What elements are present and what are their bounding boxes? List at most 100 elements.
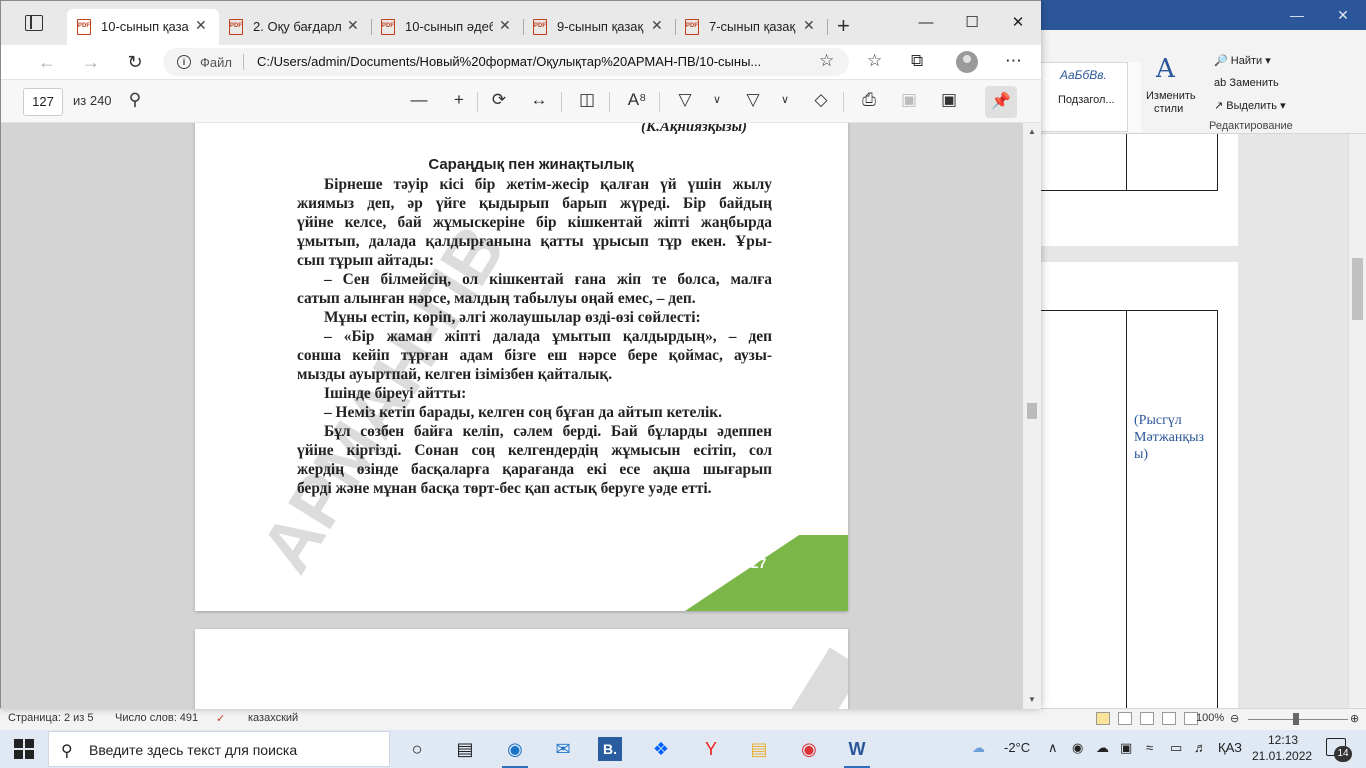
edge-icon[interactable]: ◉ xyxy=(500,736,530,768)
security-icon[interactable]: ▣ xyxy=(1120,740,1132,756)
page-number-input[interactable]: 127 xyxy=(23,88,63,116)
info-icon[interactable]: i xyxy=(177,55,191,69)
page-status[interactable]: Страница: 2 из 5 xyxy=(8,712,94,724)
url-text[interactable]: C:/Users/admin/Documents/Новый%20формат/… xyxy=(257,54,817,69)
print-icon[interactable]: ⎙ xyxy=(857,90,881,110)
close-window-button[interactable]: ✕ xyxy=(995,1,1041,45)
scroll-down-icon[interactable]: ▼ xyxy=(1028,695,1036,704)
full-screen-view-button[interactable] xyxy=(1118,712,1132,725)
mail-icon[interactable]: ✉ xyxy=(548,736,578,762)
back-icon[interactable]: ← xyxy=(33,50,61,74)
volume-icon[interactable]: ♬ xyxy=(1194,740,1207,755)
rotate-icon[interactable]: ⟳ xyxy=(487,90,511,110)
text-line: жиямыз деп, әр үйге қыдырып барып жүреді… xyxy=(297,195,772,212)
page-view-icon[interactable]: ◫ xyxy=(575,90,599,110)
highlight-icon[interactable]: ▽ xyxy=(741,90,765,110)
collections-icon[interactable]: ⧉ xyxy=(911,51,923,71)
zoom-out-icon[interactable]: — xyxy=(407,90,431,110)
tab-4[interactable]: PDF 9-сынып қазақ ✕ xyxy=(523,9,675,45)
replace-button[interactable]: ab Заменить xyxy=(1214,77,1279,89)
close-icon[interactable]: ✕ xyxy=(803,17,815,34)
pdf-vertical-scrollbar[interactable]: ▲ ▼ xyxy=(1023,123,1041,709)
scroll-up-icon[interactable]: ▲ xyxy=(1028,127,1036,136)
network-icon[interactable]: ≈ xyxy=(1146,740,1153,755)
text-line: Мұны естіп, көріп, әлгі жолаушылар өзді-… xyxy=(324,309,701,326)
zoom-in-icon[interactable]: + xyxy=(447,90,471,110)
task-view-icon[interactable]: ▤ xyxy=(450,736,480,762)
pdf-scroll-thumb[interactable] xyxy=(1027,403,1037,419)
forward-icon[interactable]: → xyxy=(77,50,105,74)
zoom-level[interactable]: 100% xyxy=(1196,712,1224,724)
close-icon[interactable]: ✕ xyxy=(347,17,359,34)
cortana-icon[interactable]: ○ xyxy=(402,736,432,762)
language-status[interactable]: казахский xyxy=(248,712,298,724)
fit-width-icon[interactable]: ↔ xyxy=(527,90,551,110)
tab-2[interactable]: PDF 2. Оқу бағдарла ✕ xyxy=(219,9,371,45)
zoom-in-icon[interactable]: ⊕ xyxy=(1350,712,1359,725)
taskbar-search[interactable]: ⚲ Введите здесь текст для поиска xyxy=(48,731,390,767)
close-icon[interactable]: ✕ xyxy=(195,17,207,34)
story-text: Бірнеше тәуір кісі бір жетім-жесір қалға… xyxy=(297,175,772,498)
pdf-viewer[interactable]: АРМАН-ПВ (К.Ақниязқызы) Сараңдық пен жин… xyxy=(1,123,1023,709)
close-icon[interactable]: ✕ xyxy=(499,17,511,34)
word-count[interactable]: Число слов: 491 xyxy=(115,712,198,724)
save-as-icon[interactable]: ▣ xyxy=(937,90,961,110)
tab-3[interactable]: PDF 10-сынып әдебі ✕ xyxy=(371,9,523,45)
proofing-icon[interactable]: ✓ xyxy=(216,712,225,725)
read-aloud-icon[interactable]: A⁸ xyxy=(625,90,649,110)
tab-5[interactable]: PDF 7-сынып қазақ ✕ xyxy=(675,9,827,45)
erase-icon[interactable]: ◇ xyxy=(809,90,833,110)
new-tab-button[interactable]: + xyxy=(837,13,850,39)
dropbox-icon[interactable]: ❖ xyxy=(646,736,676,762)
cloud-icon[interactable]: ☁ xyxy=(1096,740,1109,756)
file-explorer-icon[interactable]: ▤ xyxy=(744,736,774,762)
favorites-icon[interactable]: ☆ xyxy=(867,51,882,71)
change-styles-label-2[interactable]: стили xyxy=(1154,103,1183,115)
find-button[interactable]: 🔎 Найти ▾ xyxy=(1214,54,1271,67)
add-favorite-icon[interactable]: ☆ xyxy=(819,51,834,71)
bitrix-icon[interactable]: B. xyxy=(598,737,622,761)
save-icon[interactable]: ▣ xyxy=(897,90,921,110)
windows-start-icon[interactable] xyxy=(14,739,34,759)
refresh-icon[interactable]: ↻ xyxy=(121,50,149,74)
word-minimize-button[interactable]: — xyxy=(1274,0,1320,30)
more-icon[interactable]: ⋯ xyxy=(1005,51,1022,71)
battery-icon[interactable]: ▭ xyxy=(1170,740,1182,756)
draw-icon[interactable]: ▽ xyxy=(673,90,697,110)
print-layout-view-button[interactable] xyxy=(1096,712,1110,725)
pdf-icon: PDF xyxy=(685,19,699,35)
word-vertical-scrollbar[interactable] xyxy=(1348,134,1366,708)
styles-scroll[interactable] xyxy=(1127,62,1141,132)
tab-1[interactable]: PDF 10-сынып қазақ ✕ xyxy=(67,9,219,45)
profile-avatar[interactable] xyxy=(956,51,978,73)
word-close-button[interactable]: ✕ xyxy=(1320,0,1366,30)
clock-time[interactable]: 12:13 xyxy=(1268,733,1298,747)
camera-icon[interactable]: ◉ xyxy=(1072,740,1083,756)
zoom-slider-knob[interactable] xyxy=(1293,713,1299,725)
draw-dropdown-icon[interactable]: ∨ xyxy=(713,93,721,106)
pin-toolbar-icon[interactable]: 📌 xyxy=(985,86,1017,118)
minimize-button[interactable]: — xyxy=(903,1,949,45)
clock-date[interactable]: 21.01.2022 xyxy=(1252,749,1312,763)
search-icon[interactable]: ⚲ xyxy=(123,90,147,110)
outline-view-button[interactable] xyxy=(1162,712,1176,725)
close-icon[interactable]: ✕ xyxy=(651,17,663,34)
word-scroll-thumb[interactable] xyxy=(1352,258,1363,320)
temperature[interactable]: -2°C xyxy=(1004,740,1030,755)
change-styles-icon[interactable]: A xyxy=(1156,54,1175,84)
text-line: сатып алынған нәрсе, малдың табылуы оңай… xyxy=(297,290,696,307)
address-bar[interactable]: i Файл C:/Users/admin/Documents/Новый%20… xyxy=(163,48,849,76)
maximize-button[interactable]: ☐ xyxy=(949,1,995,45)
yandex-icon[interactable]: Y xyxy=(696,736,726,762)
select-button[interactable]: ↗ Выделить ▾ xyxy=(1214,99,1286,112)
zoom-out-icon[interactable]: ⊖ xyxy=(1230,712,1239,725)
word-icon[interactable]: W xyxy=(842,736,872,768)
tab-actions-icon[interactable] xyxy=(25,15,43,31)
highlight-dropdown-icon[interactable]: ∨ xyxy=(781,93,789,106)
tray-chevron-icon[interactable]: ∧ xyxy=(1048,740,1058,756)
web-view-button[interactable] xyxy=(1140,712,1154,725)
chrome-icon[interactable]: ◉ xyxy=(794,736,824,762)
input-language[interactable]: ҚАЗ xyxy=(1218,740,1242,755)
weather-icon[interactable]: ☁ xyxy=(972,740,985,756)
change-styles-label[interactable]: Изменить xyxy=(1146,90,1196,102)
